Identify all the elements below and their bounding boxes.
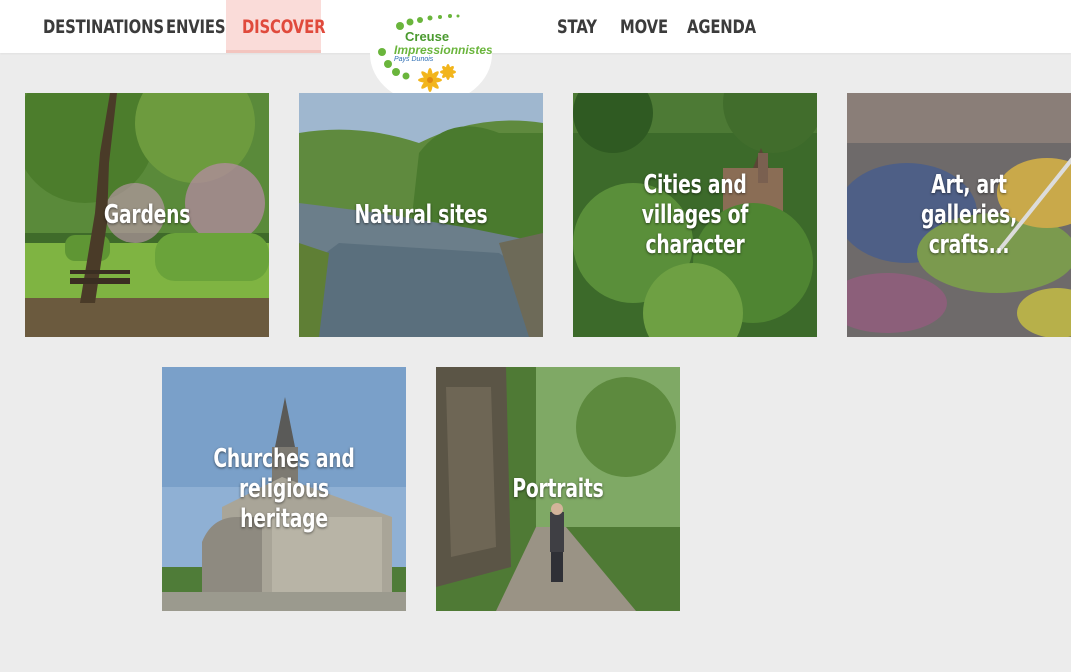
tile-gardens[interactable]: Gardens bbox=[25, 93, 269, 337]
church-photo-icon bbox=[162, 367, 406, 611]
nav-item-destinations[interactable]: DESTINATIONS bbox=[43, 0, 164, 53]
tile-churches[interactable]: Churches and religious heritage bbox=[162, 367, 406, 611]
site-logo[interactable]: Creuse Impressionnistes Pays Dunois bbox=[370, 4, 492, 104]
village-photo-icon bbox=[573, 93, 817, 337]
nav-item-stay[interactable]: STAY bbox=[557, 0, 597, 53]
tile-portraits[interactable]: Portraits bbox=[436, 367, 680, 611]
nav-item-agenda[interactable]: AGENDA bbox=[687, 0, 756, 53]
logo-title: Creuse bbox=[405, 29, 450, 44]
forest-path-photo-icon bbox=[436, 367, 680, 611]
top-nav-bar: DESTINATIONS ENVIES DISCOVER STAY MOVE A… bbox=[0, 0, 1071, 53]
tile-cities-villages[interactable]: Cities and villages of character bbox=[573, 93, 817, 337]
garden-photo-icon bbox=[25, 93, 269, 337]
nav-item-discover[interactable]: DISCOVER bbox=[242, 0, 325, 53]
nav-item-move[interactable]: MOVE bbox=[620, 0, 668, 53]
tile-art-galleries[interactable]: Art, art galleries, crafts... bbox=[847, 93, 1071, 337]
tile-natural-sites[interactable]: Natural sites bbox=[299, 93, 543, 337]
nav-item-envies[interactable]: ENVIES bbox=[166, 0, 226, 53]
river-photo-icon bbox=[299, 93, 543, 337]
logo-subtitle: Impressionnistes bbox=[394, 43, 492, 57]
logo-tagline: Pays Dunois bbox=[394, 56, 434, 63]
palette-photo-icon bbox=[847, 93, 1071, 337]
